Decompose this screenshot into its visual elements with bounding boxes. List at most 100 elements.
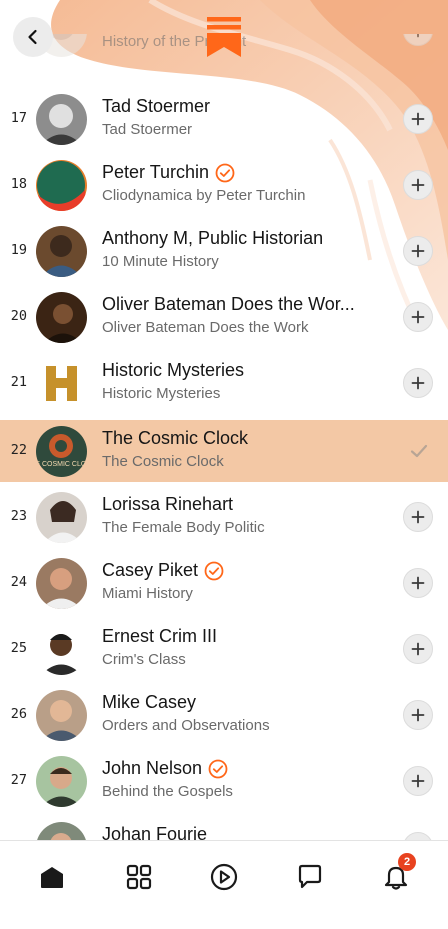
author-name: Tad Stoermer xyxy=(102,96,211,116)
publication-author: John Nelson xyxy=(102,758,372,779)
publication-name: Tad Stoermer xyxy=(102,121,193,138)
top-bar xyxy=(0,0,448,70)
leaderboard-list: History of the Present 17 Tad Stoermer Tad … xyxy=(0,34,448,840)
avatar[interactable] xyxy=(36,358,87,409)
verified-badge-icon xyxy=(215,163,235,182)
avatar[interactable] xyxy=(36,690,87,741)
avatar[interactable] xyxy=(36,558,87,609)
avatar[interactable] xyxy=(36,94,87,145)
publication-name: The Female Body Politic xyxy=(102,519,265,536)
chevron-left-icon xyxy=(28,29,37,45)
leaderboard-row[interactable]: 26 Mike Casey Orders and Observations xyxy=(0,684,448,746)
tab-chat[interactable] xyxy=(292,859,328,895)
author-name: Historic Mysteries xyxy=(102,360,245,380)
author-name: Oliver Bateman Does the Wor... xyxy=(102,294,355,314)
tab-home[interactable] xyxy=(34,859,70,895)
rank-number: 26 xyxy=(10,706,27,722)
publication-author: Tad Stoermer xyxy=(102,96,372,117)
grid-icon xyxy=(126,864,152,890)
rank-number: 21 xyxy=(10,374,27,390)
leaderboard-row[interactable]: 28Johan Fourie xyxy=(0,816,448,840)
plus-icon xyxy=(411,178,425,192)
avatar[interactable] xyxy=(36,822,87,840)
publication-author: Lorissa Rinehart xyxy=(102,494,372,515)
subscribe-button[interactable] xyxy=(403,170,433,200)
subscribe-button[interactable] xyxy=(403,766,433,796)
back-button[interactable] xyxy=(13,17,53,57)
avatar[interactable] xyxy=(36,492,87,543)
bottom-tab-bar: 2 xyxy=(0,840,448,929)
plus-icon xyxy=(411,112,425,126)
subscribe-button[interactable] xyxy=(403,700,433,730)
subscribe-button[interactable] xyxy=(403,236,433,266)
publication-name: The Cosmic Clock xyxy=(102,453,224,470)
verified-badge-icon xyxy=(204,561,224,580)
publication-name: Historic Mysteries xyxy=(102,385,221,402)
subscribe-button[interactable] xyxy=(403,368,433,398)
publication-author: Peter Turchin xyxy=(102,162,372,183)
author-name: The Cosmic Clock xyxy=(102,428,249,448)
subscribe-button[interactable] xyxy=(403,302,433,332)
publication-name: Miami History xyxy=(102,585,193,602)
plus-icon xyxy=(411,510,425,524)
avatar[interactable] xyxy=(36,756,87,807)
home-icon xyxy=(41,867,63,888)
leaderboard-row[interactable]: 21 Historic Mysteries Historic Mysteries xyxy=(0,352,448,414)
leaderboard-row[interactable]: 17 Tad Stoermer Tad Stoermer xyxy=(0,88,448,150)
tab-explore[interactable] xyxy=(121,859,157,895)
leaderboard-row[interactable]: 24 Casey Piket Miami History xyxy=(0,552,448,614)
publication-author: Historic Mysteries xyxy=(102,360,372,381)
rank-number: 19 xyxy=(10,242,27,258)
leaderboard-row[interactable]: 20 Oliver Bateman Does the Wor... Oliver B… xyxy=(0,286,448,348)
author-name: Peter Turchin xyxy=(102,162,210,182)
publication-author: Ernest Crim III xyxy=(102,626,372,647)
publication-author: Anthony M, Public Historian xyxy=(102,228,372,249)
author-name: John Nelson xyxy=(102,758,203,778)
author-name: Johan Fourie xyxy=(102,824,208,840)
publication-author: Casey Piket xyxy=(102,560,372,581)
subscribe-button[interactable] xyxy=(403,832,433,840)
avatar[interactable] xyxy=(36,624,87,675)
avatar[interactable]: THE COSMIC CLOCK xyxy=(36,426,87,477)
leaderboard-row[interactable]: 18 Peter Turchin Cliodynamica by Peter Tur… xyxy=(0,154,448,216)
author-name: Casey Piket xyxy=(102,560,199,580)
leaderboard-row[interactable]: 27 John Nelson Behind the Gospels xyxy=(0,750,448,812)
avatar[interactable] xyxy=(36,160,87,211)
rank-number: 24 xyxy=(10,574,27,590)
publication-author: Johan Fourie xyxy=(102,824,372,840)
subscribe-button[interactable] xyxy=(403,502,433,532)
publication-author: The Cosmic Clock xyxy=(102,428,372,449)
svg-text:THE COSMIC CLOCK: THE COSMIC CLOCK xyxy=(36,461,87,468)
rank-number: 25 xyxy=(10,640,27,656)
plus-icon xyxy=(411,642,425,656)
plus-icon xyxy=(411,708,425,722)
subscribed-check-icon[interactable] xyxy=(408,440,430,462)
author-name: Lorissa Rinehart xyxy=(102,494,234,514)
publication-name: Behind the Gospels xyxy=(102,783,233,800)
leaderboard-row[interactable]: 22 THE COSMIC CLOCK The Cosmic Clock The Co… xyxy=(0,420,448,482)
plus-icon xyxy=(411,376,425,390)
subscribe-button[interactable] xyxy=(403,104,433,134)
rank-number: 27 xyxy=(10,772,27,788)
leaderboard-row[interactable]: 25 Ernest Crim III Crim's Class xyxy=(0,618,448,680)
tab-notifications[interactable]: 2 xyxy=(378,853,416,895)
publication-author: Mike Casey xyxy=(102,692,372,713)
plus-icon xyxy=(411,244,425,258)
avatar[interactable] xyxy=(36,292,87,343)
publication-author: Oliver Bateman Does the Wor... xyxy=(102,294,372,315)
subscribe-button[interactable] xyxy=(403,634,433,664)
publication-name: Orders and Observations xyxy=(102,717,270,734)
rank-number: 23 xyxy=(10,508,27,524)
avatar[interactable] xyxy=(36,226,87,277)
leaderboard-row[interactable]: 19 Anthony M, Public Historian 10 Minute H… xyxy=(0,220,448,282)
subscribe-button[interactable] xyxy=(403,568,433,598)
author-name: Anthony M, Public Historian xyxy=(102,228,324,248)
substack-logo-icon xyxy=(207,17,241,57)
play-icon xyxy=(210,863,238,891)
plus-icon xyxy=(411,576,425,590)
tab-media[interactable] xyxy=(206,859,242,895)
leaderboard-row[interactable]: 23 Lorissa Rinehart The Female Body Politi… xyxy=(0,486,448,548)
rank-number: 18 xyxy=(10,176,27,192)
publication-name: Crim's Class xyxy=(102,651,186,668)
plus-icon xyxy=(411,310,425,324)
